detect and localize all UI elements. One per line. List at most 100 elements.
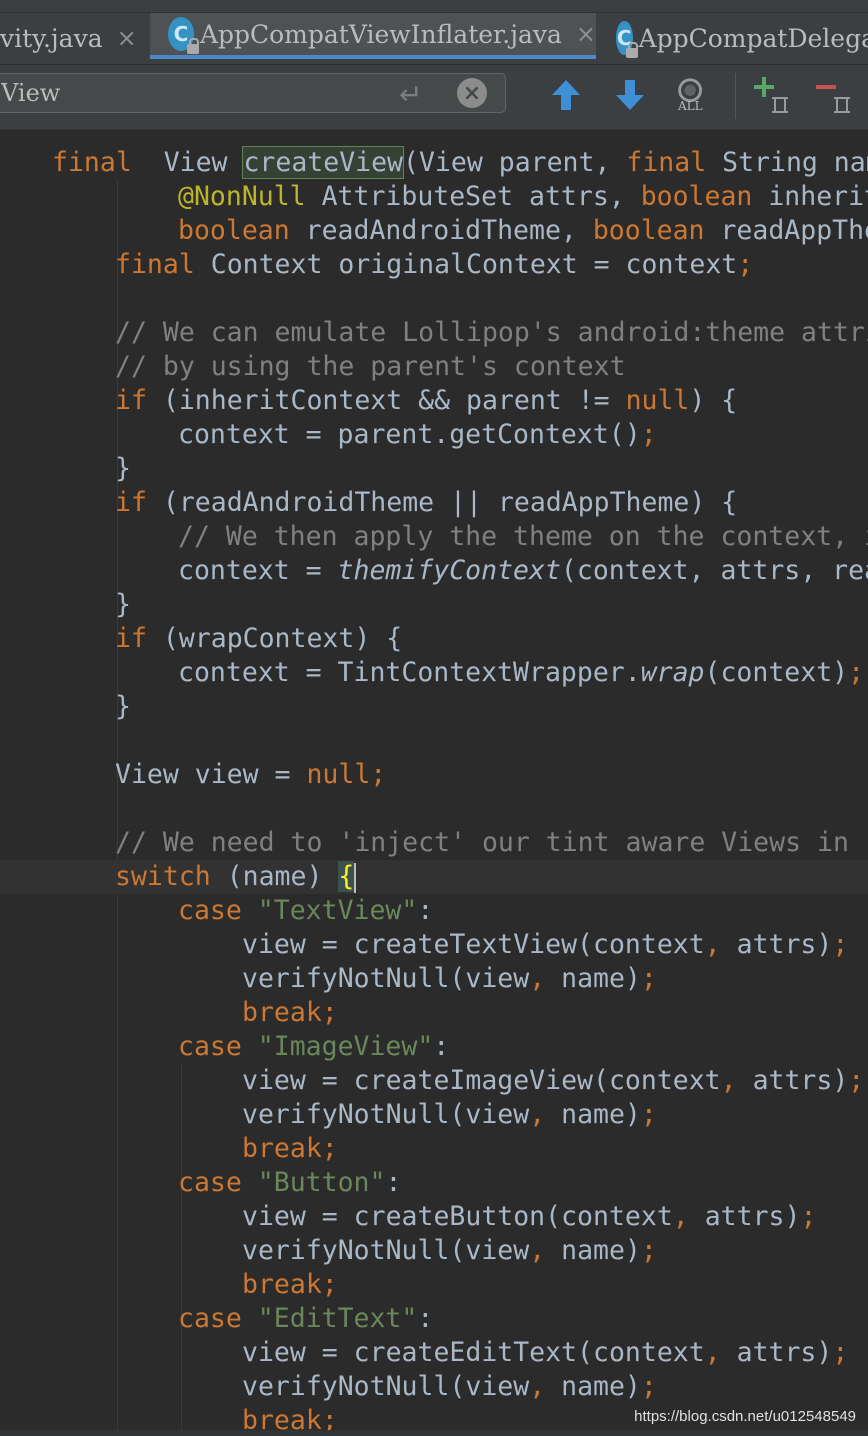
code-token: , xyxy=(720,1065,737,1096)
code-text: case "ImageView": xyxy=(178,1030,449,1064)
toolbar-separator xyxy=(735,73,736,119)
code-token: if xyxy=(115,385,147,416)
find-bar: ↵ × ALL xyxy=(0,65,868,130)
code-token: ; xyxy=(737,249,754,280)
watermark: https://blog.csdn.net/u012548549 xyxy=(632,1407,858,1426)
code-token: ; xyxy=(640,1371,657,1402)
code-editor[interactable]: final View createView(View parent, final… xyxy=(0,146,868,1436)
remove-selection-icon xyxy=(816,85,850,113)
code-token: switch xyxy=(115,861,211,892)
indent-guide xyxy=(181,1064,182,1436)
code-text: case "TextView": xyxy=(178,894,433,928)
code-token: verifyNotNull(view xyxy=(242,1235,530,1266)
code-token: themifyContext xyxy=(337,555,561,586)
enter-icon[interactable]: ↵ xyxy=(399,78,422,111)
code-token: // We can emulate Lollipop's android:the… xyxy=(115,317,868,348)
code-text: context = TintContextWrapper.wrap(contex… xyxy=(178,656,864,690)
code-text: view = createImageView(context, attrs); xyxy=(242,1064,864,1098)
code-token: (name) xyxy=(210,861,339,892)
code-token: null; xyxy=(306,759,387,790)
code-token: final xyxy=(626,147,707,178)
tab-appcompatdelegate[interactable]: C AppCompatDelega xyxy=(616,13,868,63)
add-selection-button[interactable] xyxy=(752,75,792,115)
code-text: view = createTextView(context, attrs); xyxy=(242,928,848,962)
tab-label: AppCompatDelega xyxy=(638,23,868,53)
remove-selection-button[interactable] xyxy=(814,75,854,115)
find-all-button[interactable]: ALL xyxy=(672,75,712,115)
code-token: case xyxy=(178,1031,242,1062)
code-text: break; xyxy=(242,1268,338,1302)
editor-tab-bar: vity.java × C AppCompatViewInflater.java… xyxy=(0,0,868,65)
previous-occurrence-button[interactable] xyxy=(546,75,586,115)
code-text: } xyxy=(115,588,131,622)
clear-icon[interactable]: × xyxy=(457,78,487,108)
code-token: , xyxy=(529,1235,546,1266)
code-token: ; xyxy=(640,963,657,994)
code-token: case xyxy=(178,895,242,926)
code-token: wrap xyxy=(640,657,705,688)
code-token: } xyxy=(115,691,131,722)
code-token: "ImageView" xyxy=(257,1031,434,1062)
code-token: view = createImageView(context xyxy=(242,1065,721,1096)
code-text: switch (name) { xyxy=(115,860,357,894)
tool-strip xyxy=(0,0,868,13)
code-token: // We then apply the theme on the contex… xyxy=(178,521,868,552)
code-text: } xyxy=(115,452,131,486)
code-token: , xyxy=(672,1201,689,1232)
find-all-label: ALL xyxy=(678,99,703,113)
code-text: case "EditText": xyxy=(178,1302,433,1336)
tab-activity-java[interactable]: vity.java × xyxy=(0,13,148,63)
search-field[interactable]: ↵ × xyxy=(0,73,506,113)
code-token: name) xyxy=(545,1099,641,1130)
code-token: AttributeSet attrs, xyxy=(305,181,641,212)
code-text: verifyNotNull(view, name); xyxy=(242,1098,657,1132)
code-token: final xyxy=(115,249,195,280)
code-token: boolean xyxy=(592,215,705,246)
editor-bottom-edge xyxy=(0,1430,868,1436)
code-line[interactable]: switch (name) { xyxy=(0,860,868,894)
code-token: View xyxy=(131,147,244,178)
code-token: ; xyxy=(640,1099,657,1130)
code-token: , xyxy=(529,1371,546,1402)
code-token: , xyxy=(704,929,721,960)
code-token: attrs) xyxy=(720,1337,833,1368)
code-text: verifyNotNull(view, name); xyxy=(242,962,657,996)
code-token: attrs) xyxy=(688,1201,801,1232)
search-input[interactable] xyxy=(0,74,381,112)
code-token: } xyxy=(115,589,131,620)
code-token: "Button" xyxy=(257,1167,386,1198)
code-token: if xyxy=(115,487,147,518)
code-token: ; xyxy=(640,419,657,450)
next-occurrence-button[interactable] xyxy=(610,75,650,115)
code-token: (context, attrs, rea xyxy=(560,555,868,586)
close-icon[interactable]: × xyxy=(576,20,596,48)
code-token: Context originalContext = context xyxy=(194,249,738,280)
code-token: case xyxy=(178,1167,242,1198)
code-text: final Context originalContext = context; xyxy=(115,248,753,282)
tab-label: vity.java xyxy=(0,23,103,53)
code-token: createView xyxy=(242,146,405,179)
code-text: // by using the parent's context xyxy=(115,350,626,384)
code-text: break; xyxy=(242,996,338,1030)
code-text: verifyNotNull(view, name); xyxy=(242,1234,657,1268)
code-text: verifyNotNull(view, name); xyxy=(242,1370,657,1404)
code-text: view = createButton(context, attrs); xyxy=(242,1200,816,1234)
code-token: , xyxy=(529,1099,546,1130)
code-token: } xyxy=(115,453,131,484)
code-token: break; xyxy=(242,1133,338,1164)
code-token: context = parent.getContext() xyxy=(178,419,641,450)
tab-appcompatviewinflater-java[interactable]: C AppCompatViewInflater.java × xyxy=(150,13,596,59)
code-text: View view = null; xyxy=(115,758,386,792)
code-token: ; xyxy=(800,1201,817,1232)
code-token: , xyxy=(704,1337,721,1368)
code-token: (context) xyxy=(704,657,849,688)
lock-icon xyxy=(625,42,638,58)
code-token: String name xyxy=(722,147,868,178)
code-token: (wrapContext) { xyxy=(146,623,403,654)
code-token: ; xyxy=(848,657,865,688)
code-token: readAndroidTheme, xyxy=(289,215,593,246)
close-icon[interactable]: × xyxy=(117,24,137,52)
code-token: boolean xyxy=(640,181,753,212)
code-token: : xyxy=(433,1031,450,1062)
code-token: if xyxy=(115,623,147,654)
